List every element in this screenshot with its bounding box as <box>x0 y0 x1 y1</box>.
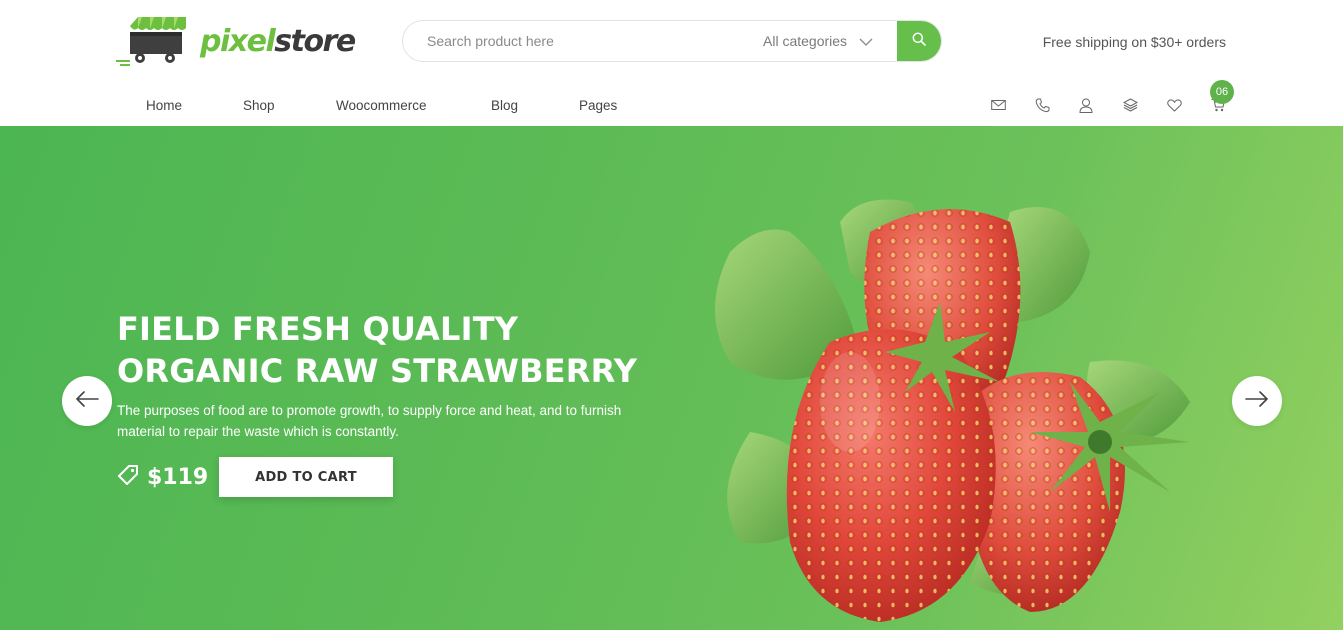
cart-logo-icon <box>116 14 192 66</box>
hero-banner: FIELD FRESH QUALITY ORGANIC RAW STRAWBER… <box>0 126 1343 630</box>
hero-title-line-2: ORGANIC RAW STRAWBERRY <box>117 352 638 390</box>
header-top: pixelstore All categories Free shipping … <box>0 0 1343 84</box>
heart-icon[interactable] <box>1165 96 1183 114</box>
mail-icon[interactable] <box>989 96 1007 114</box>
hero-description: The purposes of food are to promote grow… <box>117 403 622 439</box>
nav-item-home[interactable]: Home <box>146 98 243 113</box>
slider-next-button[interactable] <box>1232 376 1282 426</box>
nav-item-pages[interactable]: Pages <box>579 98 617 113</box>
arrow-left-icon <box>75 390 99 412</box>
nav-item-blog[interactable]: Blog <box>491 98 579 113</box>
price-value: $119 <box>147 465 209 490</box>
brand-name-part1: pixel <box>200 23 276 59</box>
slider-prev-button[interactable] <box>62 376 112 426</box>
arrow-right-icon <box>1245 390 1269 412</box>
brand-name: pixelstore <box>200 23 356 59</box>
user-icon[interactable] <box>1077 96 1095 114</box>
nav-item-woocommerce[interactable]: Woocommerce <box>336 98 491 113</box>
main-nav: Home Shop Woocommerce Blog Pages 06 <box>0 80 1343 126</box>
nav-item-shop[interactable]: Shop <box>243 98 336 113</box>
hero-title-line-1: FIELD FRESH QUALITY <box>117 310 519 348</box>
search-button[interactable] <box>897 21 941 61</box>
brand-name-part2: store <box>274 23 356 59</box>
nav-menu: Home Shop Woocommerce Blog Pages <box>146 98 617 113</box>
header-icons: 06 <box>989 80 1234 114</box>
search-bar: All categories <box>402 20 942 62</box>
strawberry-image <box>690 192 1210 622</box>
category-select-label: All categories <box>763 33 848 49</box>
hero-price: $119 <box>117 464 208 491</box>
phone-icon[interactable] <box>1033 96 1051 114</box>
search-icon <box>912 32 926 51</box>
add-to-cart-button[interactable]: ADD TO CART <box>219 457 393 497</box>
shipping-notice: Free shipping on $30+ orders <box>1042 34 1226 50</box>
price-tag-icon <box>117 464 139 491</box>
hero-title: FIELD FRESH QUALITY ORGANIC RAW STRAWBER… <box>117 308 637 392</box>
category-select[interactable]: All categories <box>763 21 873 61</box>
cart-count-badge: 06 <box>1210 80 1234 104</box>
chevron-down-icon <box>859 21 873 61</box>
logo[interactable]: pixelstore <box>116 14 356 66</box>
search-input[interactable] <box>427 21 757 61</box>
layers-icon[interactable] <box>1121 96 1139 114</box>
cart-icon[interactable]: 06 <box>1209 80 1234 114</box>
